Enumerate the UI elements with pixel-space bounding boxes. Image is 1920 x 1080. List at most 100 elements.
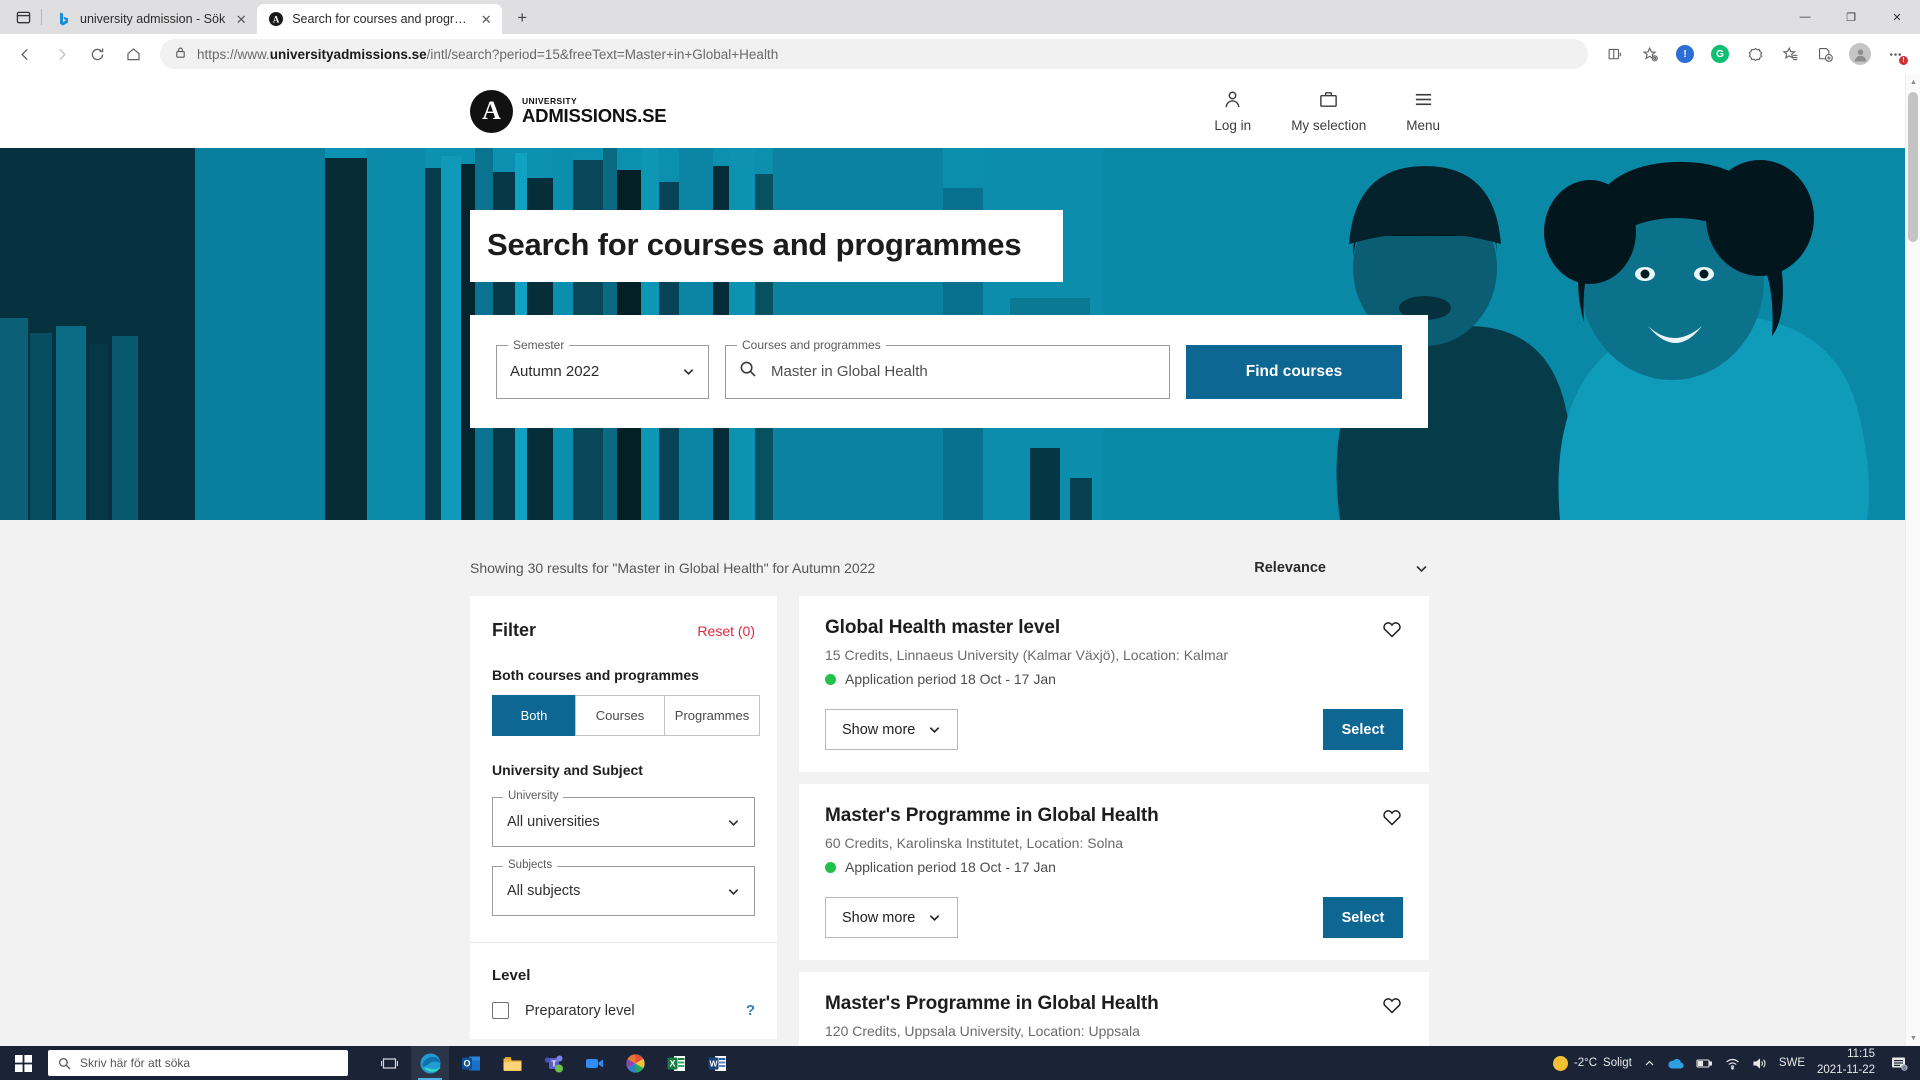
site-logo[interactable]: A UNIVERSITY ADMISSIONS.SE	[470, 89, 667, 133]
checkbox-preparatory-level[interactable]	[492, 1002, 509, 1019]
close-icon[interactable]: ✕	[233, 11, 249, 27]
chevron-down-icon	[682, 365, 695, 378]
segment-programmes[interactable]: Programmes	[664, 695, 760, 736]
subjects-select[interactable]: Subjects All subjects	[492, 859, 755, 916]
extension-blue-icon[interactable]: !	[1668, 37, 1702, 71]
forward-icon[interactable]	[44, 37, 78, 71]
favorite-heart-icon[interactable]	[1381, 994, 1403, 1021]
weather-widget[interactable]: -2°C Soligt	[1547, 1046, 1638, 1080]
nav-item-login[interactable]: Log in	[1214, 89, 1251, 133]
settings-more-icon[interactable]: !	[1878, 37, 1912, 71]
minimize-button[interactable]: —	[1782, 0, 1828, 34]
read-aloud-icon[interactable]	[1598, 37, 1632, 71]
result-title[interactable]: Master's Programme in Global Health	[825, 993, 1403, 1015]
select-button[interactable]: Select	[1323, 897, 1403, 938]
segment-both[interactable]: Both	[492, 695, 576, 736]
scrollbar-thumb[interactable]	[1908, 92, 1918, 242]
tab-search-icon[interactable]	[6, 0, 40, 34]
taskbar-search-input[interactable]: Skriv här för att söka	[48, 1050, 348, 1076]
back-icon[interactable]	[8, 37, 42, 71]
search-input[interactable]: Courses and programmes Master in Global …	[725, 337, 1170, 399]
start-button[interactable]	[0, 1046, 46, 1080]
word-icon[interactable]: W	[698, 1046, 736, 1080]
result-title[interactable]: Global Health master level	[825, 617, 1403, 639]
help-icon[interactable]: ?	[746, 1002, 755, 1019]
onedrive-icon[interactable]	[1661, 1046, 1690, 1080]
excel-icon[interactable]: X	[657, 1046, 695, 1080]
browser-tab-1[interactable]: university admission - Sök ✕	[45, 4, 257, 34]
close-window-button[interactable]: ✕	[1874, 0, 1920, 34]
weather-description: Soligt	[1603, 1057, 1632, 1069]
file-explorer-icon[interactable]	[493, 1046, 531, 1080]
profile-icon[interactable]	[1843, 37, 1877, 71]
find-courses-button[interactable]: Find courses	[1186, 344, 1402, 399]
favorite-add-icon[interactable]	[1633, 37, 1667, 71]
svg-text:O: O	[463, 1058, 470, 1068]
results-summary: Showing 30 results for "Master in Global…	[470, 560, 876, 576]
url-scheme: https://www.	[197, 46, 270, 62]
clock-time: 11:15	[1847, 1048, 1875, 1061]
notifications-icon[interactable]: 5	[1885, 1046, 1914, 1080]
colorful-app-icon[interactable]	[616, 1046, 654, 1080]
nav-item-menu[interactable]: Menu	[1406, 89, 1440, 133]
browser-toolbar: https://www.universityadmissions.se/intl…	[0, 34, 1920, 74]
refresh-icon[interactable]	[80, 37, 114, 71]
level-option-preparatory[interactable]: Preparatory level ?	[492, 1002, 755, 1019]
chevron-up-icon[interactable]	[1638, 1046, 1661, 1080]
search-label: Courses and programmes	[737, 337, 886, 352]
page-scrollbar[interactable]: ▲ ▼	[1905, 74, 1920, 1046]
browser-tab-2[interactable]: A Search for courses and program ✕	[257, 4, 503, 34]
new-tab-button[interactable]: +	[508, 4, 536, 32]
edge-icon[interactable]	[411, 1046, 449, 1080]
admissions-icon: A	[268, 11, 284, 27]
search-value: Master in Global Health	[771, 363, 928, 380]
extension-green-icon[interactable]: G	[1703, 37, 1737, 71]
collections-icon[interactable]	[1773, 37, 1807, 71]
address-bar[interactable]: https://www.universityadmissions.se/intl…	[160, 39, 1588, 69]
sort-dropdown[interactable]: Relevance	[1254, 560, 1429, 576]
scroll-down-icon[interactable]: ▼	[1906, 1030, 1920, 1046]
maximize-button[interactable]: ❐	[1828, 0, 1874, 34]
close-icon[interactable]: ✕	[478, 11, 494, 27]
battery-icon[interactable]	[1690, 1046, 1719, 1080]
person-icon	[1222, 89, 1243, 113]
teams-icon[interactable]: T	[534, 1046, 572, 1080]
filter-uni-subject-heading: University and Subject	[492, 762, 643, 778]
add-page-icon[interactable]	[1808, 37, 1842, 71]
favorite-heart-icon[interactable]	[1381, 806, 1403, 833]
nav-label-login: Log in	[1214, 118, 1252, 133]
filter-main-section: Filter Reset (0) Both courses and progra…	[470, 596, 777, 942]
svg-text:W: W	[709, 1058, 718, 1068]
nav-item-my-selection[interactable]: My selection	[1291, 89, 1366, 133]
semester-select[interactable]: Semester Autumn 2022	[496, 337, 709, 399]
show-more-button[interactable]: Show more	[825, 897, 959, 938]
segment-courses[interactable]: Courses	[575, 695, 665, 736]
favorite-heart-icon[interactable]	[1381, 618, 1403, 645]
svg-text:A: A	[273, 15, 280, 25]
university-value: All universities	[507, 814, 600, 830]
home-icon[interactable]	[116, 37, 150, 71]
volume-icon[interactable]	[1746, 1046, 1773, 1080]
taskbar-app-icons: O T X W	[370, 1046, 736, 1080]
extension-gray-icon[interactable]	[1738, 37, 1772, 71]
semester-value: Autumn 2022	[510, 363, 600, 380]
zoom-icon[interactable]	[575, 1046, 613, 1080]
scroll-up-icon[interactable]: ▲	[1906, 74, 1920, 90]
select-button[interactable]: Select	[1323, 709, 1403, 750]
clock[interactable]: 11:15 2021-11-22	[1811, 1047, 1885, 1078]
task-view-icon[interactable]	[370, 1046, 408, 1080]
taskbar-search-placeholder: Skriv här för att söka	[80, 1056, 191, 1070]
subjects-label: Subjects	[503, 859, 558, 871]
language-indicator[interactable]: SWE	[1773, 1046, 1811, 1080]
level-heading: Level	[492, 967, 531, 984]
svg-text:X: X	[669, 1058, 675, 1068]
university-select[interactable]: University All universities	[492, 790, 755, 847]
reset-filters-button[interactable]: Reset (0)	[697, 623, 755, 639]
wifi-icon[interactable]	[1719, 1046, 1746, 1080]
result-period: Application period 18 Oct - 17 Jan	[825, 671, 1403, 687]
results-columns: Filter Reset (0) Both courses and progra…	[470, 596, 1429, 1046]
show-more-button[interactable]: Show more	[825, 709, 959, 750]
result-period: Application period 18 Oct - 17 Jan	[825, 859, 1403, 875]
result-title[interactable]: Master's Programme in Global Health	[825, 805, 1403, 827]
outlook-icon[interactable]: O	[452, 1046, 490, 1080]
